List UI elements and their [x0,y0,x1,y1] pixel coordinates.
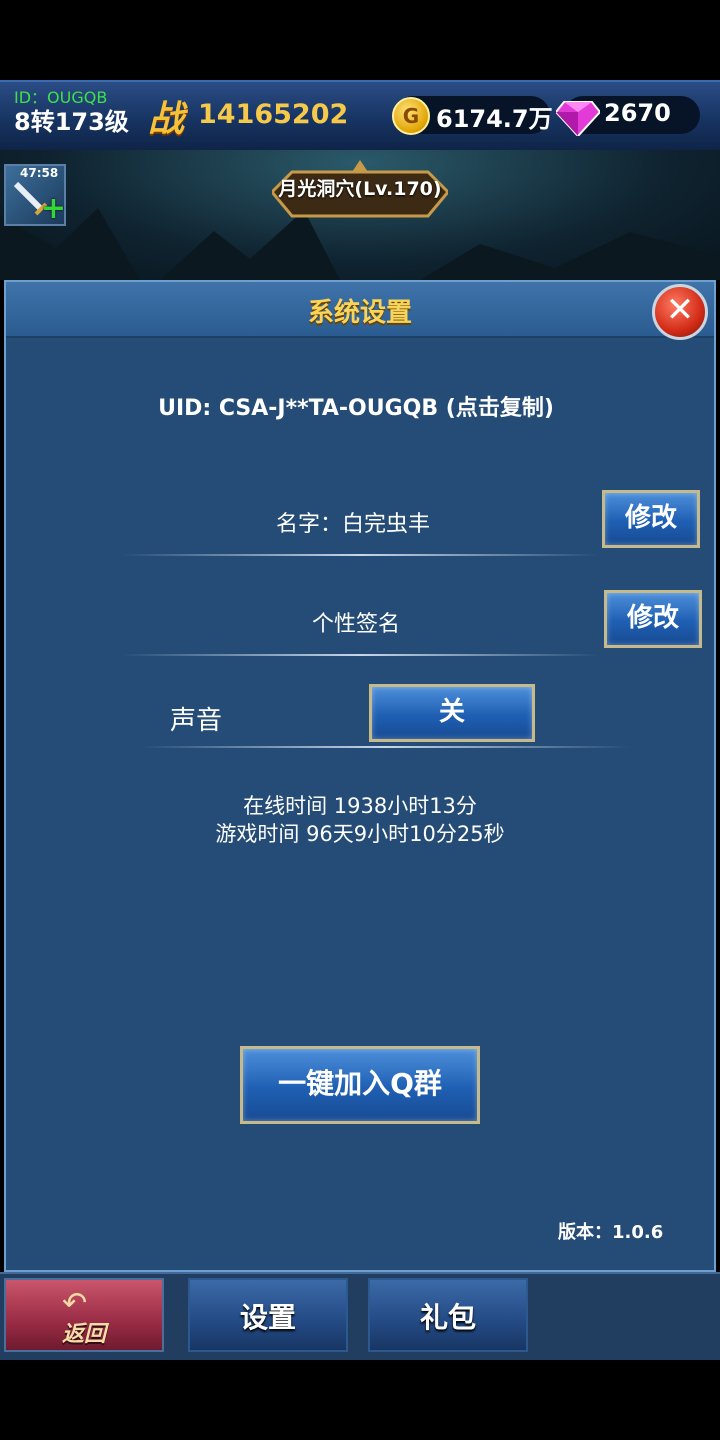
top-hud: ID：OUGQB 8转173级 战 14165202 G 6174.7万 267… [0,80,720,150]
divider [120,654,600,656]
settings-tab-label: 设置 [239,1301,296,1334]
map-name: 月光洞穴(Lv.170) [278,178,442,200]
divider [140,746,630,748]
scene-strip: 47:58 + 月光洞穴(Lv.170) [0,150,720,280]
gold-amount: 6174.7万 [436,105,553,133]
power-icon: 战 [148,99,185,140]
plus-icon: + [40,191,66,226]
signature-label: 个性签名 [312,612,401,637]
back-label: 返回 [61,1321,106,1347]
edit-signature-button[interactable]: 修改 [604,590,702,648]
combat-power: 14165202 [198,99,349,130]
online-time: 在线时间 1938小时13分 [243,794,477,818]
join-qq-group-button[interactable]: 一键加入Q群 [240,1046,480,1124]
gift-tab[interactable]: 礼包 [368,1278,528,1352]
buff-icon[interactable]: 47:58 + [4,164,66,226]
settings-tab[interactable]: 设置 [188,1278,348,1352]
cave-rock [420,232,720,280]
buff-timer: 47:58 [20,166,59,180]
divider [120,554,600,556]
panel-title: 系统设置 [307,298,412,328]
back-button[interactable]: ↶ 返回 [4,1278,164,1352]
sound-toggle-button[interactable]: 关 [369,684,535,742]
close-button[interactable]: ✕ [652,284,708,340]
cave-rock [160,210,340,280]
diamond-icon [556,101,600,136]
game-time: 游戏时间 96天9小时10分25秒 [215,822,505,846]
panel-header: 系统设置 [6,282,714,338]
name-label: 名字：白完虫丰 [276,512,431,537]
player-level: 8转173级 [14,108,129,136]
version-text: 版本：1.0.6 [558,1222,664,1243]
sound-label: 声音 [170,706,223,736]
uid-copy-text[interactable]: UID: CSA-J**TA-OUGQB (点击复制) [0,390,712,422]
gem-amount: 2670 [604,99,671,127]
gold-coin-icon: G [392,97,430,135]
edit-name-button[interactable]: 修改 [602,490,700,548]
gift-tab-label: 礼包 [419,1301,476,1334]
